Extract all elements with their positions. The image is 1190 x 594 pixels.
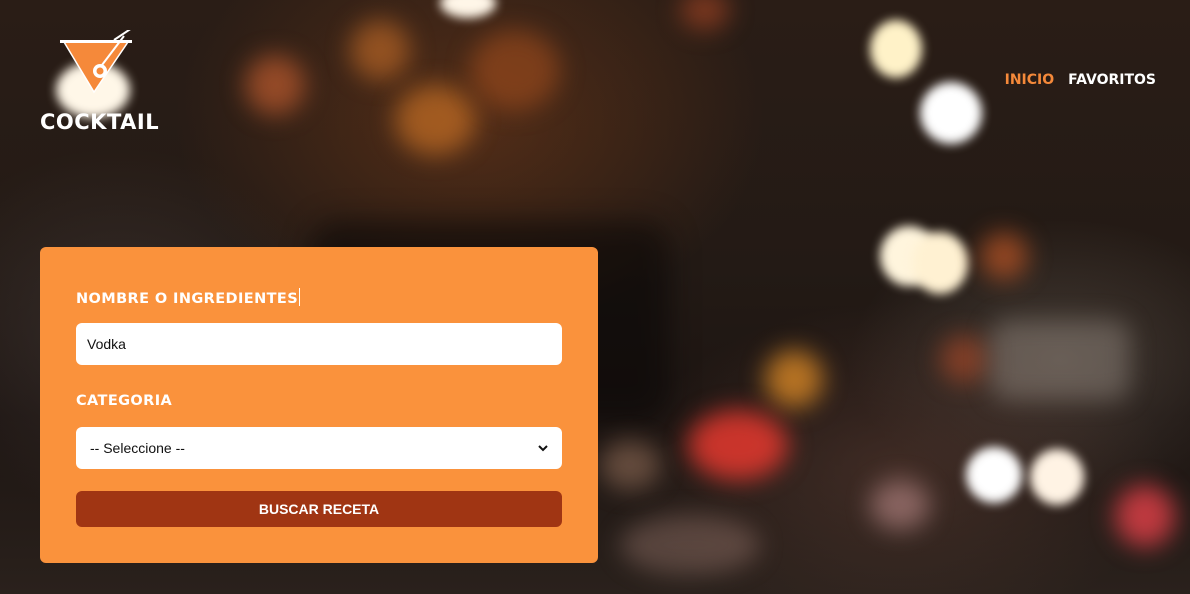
nav-link-favoritos[interactable]: FAVORITOS (1068, 72, 1156, 88)
bokeh-light (620, 515, 760, 575)
bokeh-light (870, 480, 930, 530)
bokeh-light (600, 440, 660, 490)
bokeh-light (688, 410, 788, 480)
bokeh-light (1030, 449, 1084, 505)
bokeh-light (765, 350, 823, 408)
bokeh-light (245, 55, 305, 115)
name-input[interactable] (76, 323, 562, 365)
logo-text: COCKTAIL (40, 110, 160, 134)
category-select[interactable]: -- Seleccione -- (76, 427, 562, 469)
bokeh-light (395, 85, 475, 155)
cocktail-glass-icon (60, 30, 132, 94)
logo[interactable]: COCKTAIL (38, 30, 160, 136)
bokeh-light (940, 335, 988, 383)
bokeh-light (990, 320, 1130, 400)
search-form: NOMBRE O INGREDIENTES CATEGORIA -- Selec… (40, 247, 598, 563)
page: COCKTAIL INICIO FAVORITOS NOMBRE O INGRE… (0, 0, 1190, 594)
bokeh-light (966, 447, 1022, 503)
bokeh-light (1115, 485, 1175, 547)
category-field-label: CATEGORIA (76, 393, 173, 409)
bokeh-light (470, 30, 560, 110)
bokeh-light (870, 20, 922, 78)
nav-link-inicio[interactable]: INICIO (1005, 72, 1055, 88)
name-field-label: NOMBRE O INGREDIENTES (76, 288, 301, 307)
category-select-value: -- Seleccione -- (90, 440, 185, 456)
main-nav: INICIO FAVORITOS (1005, 72, 1156, 88)
bokeh-light (920, 82, 982, 144)
bokeh-light (350, 20, 410, 80)
text-cursor (299, 288, 301, 306)
bokeh-light (980, 232, 1028, 280)
search-recipe-button[interactable]: BUSCAR RECETA (76, 491, 562, 527)
name-field-label-text: NOMBRE O INGREDIENTES (76, 291, 299, 307)
bokeh-light (912, 232, 968, 294)
chevron-down-icon (538, 445, 548, 452)
